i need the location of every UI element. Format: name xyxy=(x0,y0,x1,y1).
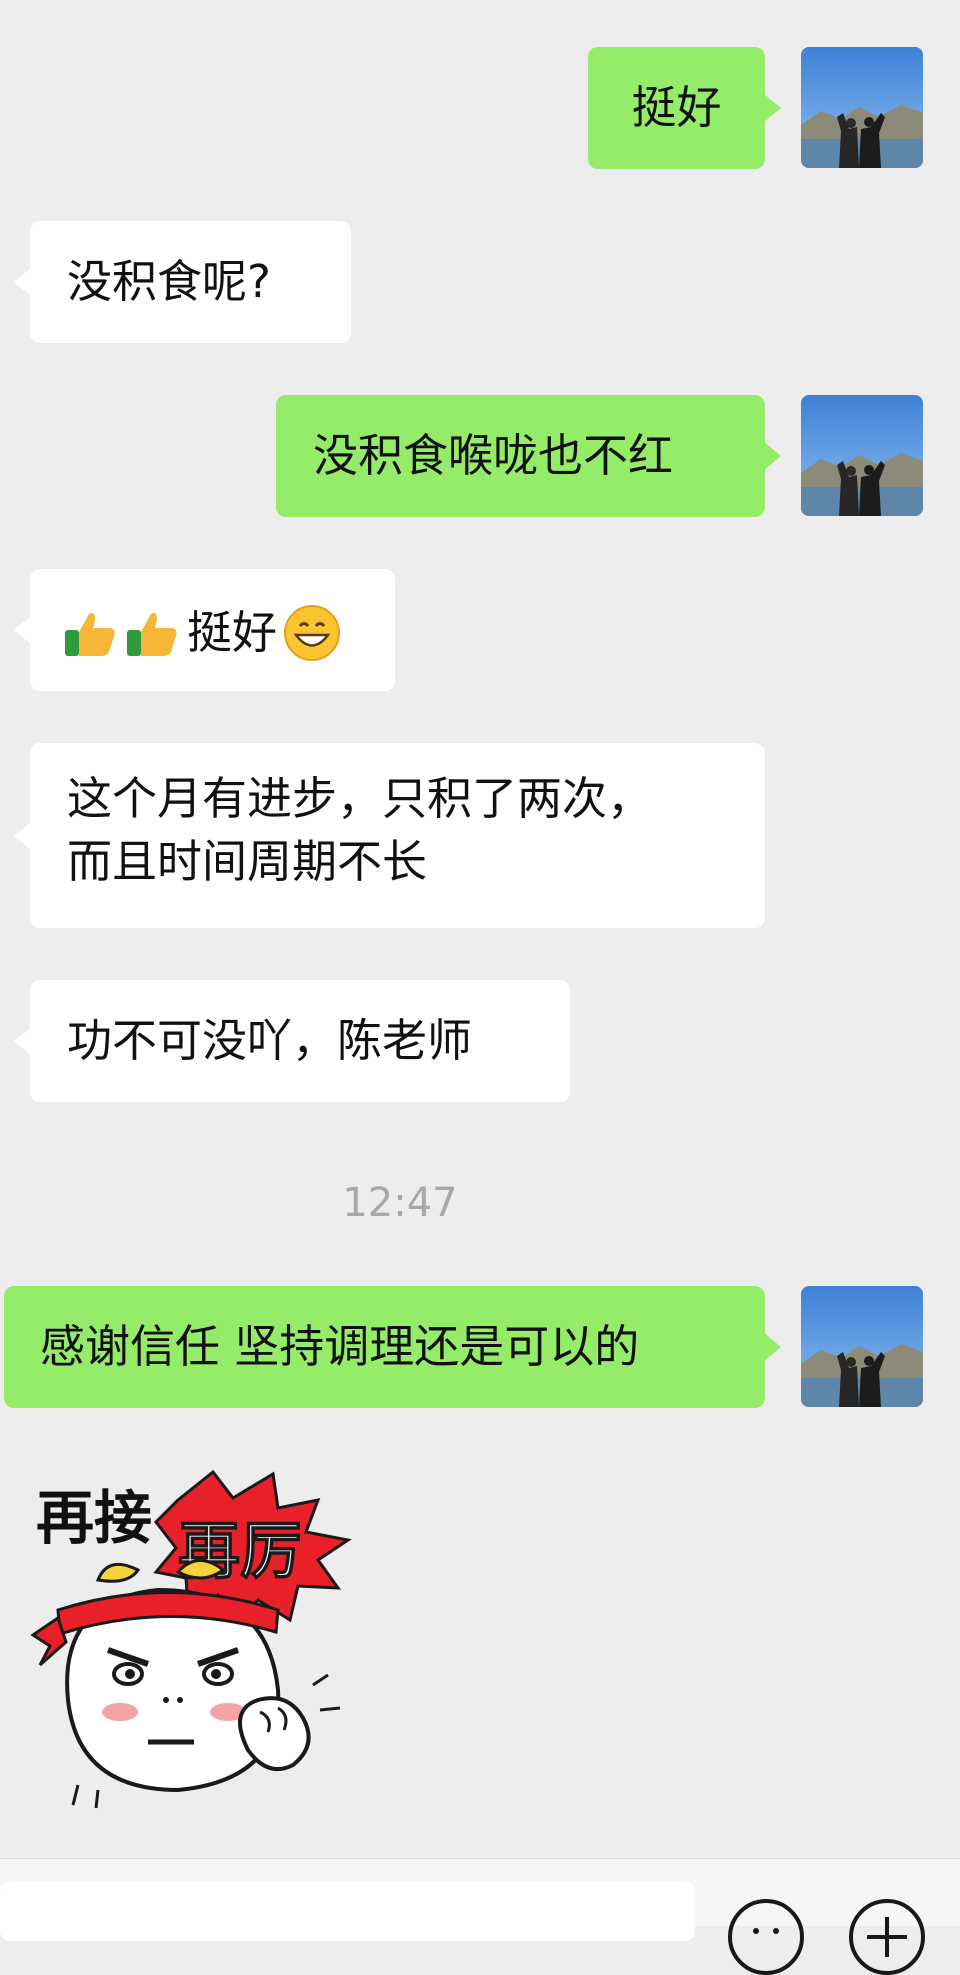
input-bar xyxy=(0,1858,960,1975)
message-bubble[interactable]: 功不可没吖，陈老师 xyxy=(14,980,570,1102)
message-line-1: 这个月有进步，只积了两次， xyxy=(67,772,653,825)
message-input[interactable] xyxy=(0,1881,695,1941)
message-bubble[interactable]: 没积食喉咙也不红 xyxy=(276,395,781,517)
avatar-image xyxy=(801,47,923,168)
thumbs-up-icon xyxy=(127,612,177,656)
sticker-text-1: 再接 xyxy=(36,1486,152,1551)
emoji-icon[interactable] xyxy=(728,1899,804,1975)
message-bubble[interactable]: 没积食呢? xyxy=(14,221,351,343)
message-bubble[interactable]: 感谢信任 坚持调理还是可以的 xyxy=(4,1286,781,1408)
message-line-2: 而且时间周期不长 xyxy=(67,835,428,888)
avatar-image xyxy=(801,395,923,516)
message-bubble[interactable]: 挺好 xyxy=(14,569,395,691)
message-text: 挺好 xyxy=(187,606,278,659)
avatar[interactable] xyxy=(801,395,923,516)
plus-icon-glyph xyxy=(867,1917,907,1957)
message-bubble[interactable]: 这个月有进步，只积了两次， 而且时间周期不长 xyxy=(14,743,765,928)
emoji-icon-glyph xyxy=(753,1928,779,1934)
sticker-image: 再接 再厉 xyxy=(30,1469,352,1809)
timestamp: 12:47 xyxy=(342,1180,458,1226)
avatar-image xyxy=(801,1286,923,1407)
avatar[interactable] xyxy=(801,47,923,168)
message-bubble[interactable]: 挺好 xyxy=(588,47,781,169)
thumbs-up-icon xyxy=(65,612,115,656)
plus-icon[interactable] xyxy=(849,1899,925,1975)
grinning-face-icon xyxy=(284,605,341,661)
sticker[interactable]: 再接 再厉 xyxy=(28,1460,388,1820)
avatar[interactable] xyxy=(801,1286,923,1407)
